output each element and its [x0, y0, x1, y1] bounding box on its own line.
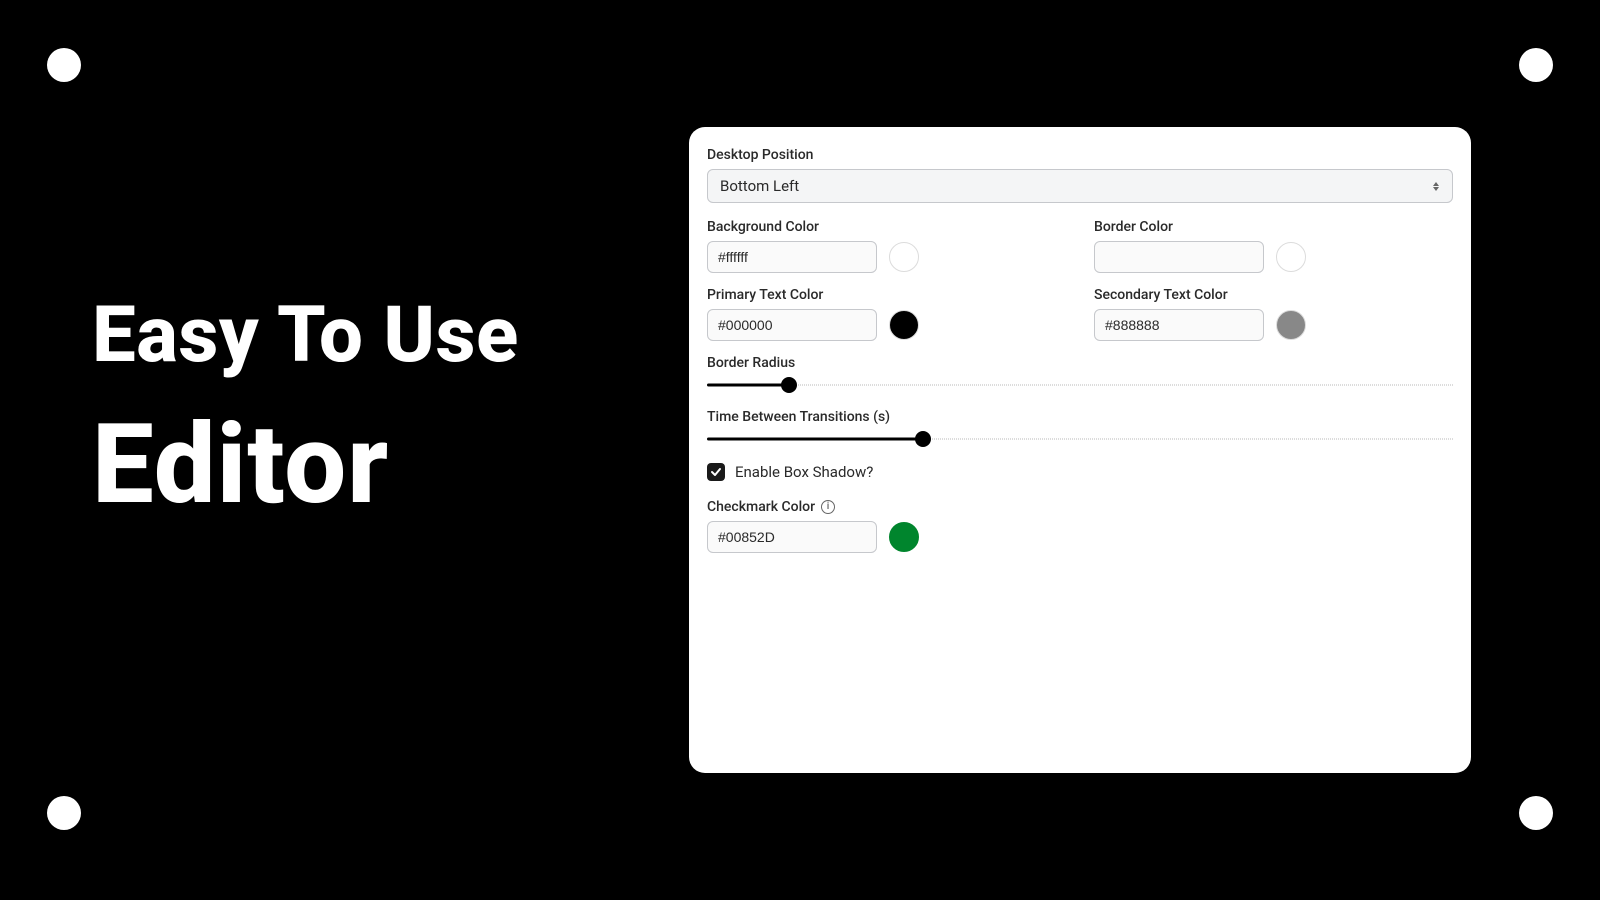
select-caret-icon — [1433, 179, 1443, 193]
decorative-dot-top-right — [1519, 48, 1553, 82]
slider-thumb[interactable] — [781, 377, 797, 393]
border-radius-slider[interactable] — [707, 377, 1453, 393]
transition-time-slider[interactable] — [707, 431, 1453, 447]
slider-fill — [707, 438, 923, 441]
checkmark-color-input[interactable] — [707, 521, 877, 553]
desktop-position-select[interactable]: Bottom Left — [707, 169, 1453, 203]
secondary-text-color-label: Secondary Text Color — [1094, 287, 1453, 303]
headline-line-2: Editor — [92, 407, 519, 523]
enable-box-shadow-checkbox[interactable] — [707, 463, 725, 481]
background-color-swatch[interactable] — [889, 242, 919, 272]
primary-text-color-label: Primary Text Color — [707, 287, 1066, 303]
border-color-swatch[interactable] — [1276, 242, 1306, 272]
border-radius-label: Border Radius — [707, 355, 1453, 371]
headline: Easy To Use Editor — [92, 295, 519, 522]
border-color-input[interactable] — [1094, 241, 1264, 273]
info-icon[interactable]: i — [821, 500, 835, 514]
checkmark-color-swatch[interactable] — [889, 522, 919, 552]
decorative-dot-bottom-right — [1519, 796, 1553, 830]
desktop-position-value: Bottom Left — [707, 169, 1453, 203]
primary-text-color-input[interactable] — [707, 309, 877, 341]
decorative-dot-bottom-left — [47, 796, 81, 830]
decorative-dot-top-left — [47, 48, 81, 82]
check-icon — [710, 466, 722, 478]
checkmark-color-label-row: Checkmark Color i — [707, 499, 1453, 515]
secondary-text-color-input[interactable] — [1094, 309, 1264, 341]
slider-fill — [707, 384, 789, 387]
background-color-label: Background Color — [707, 219, 1066, 235]
slider-rail — [707, 385, 1453, 386]
transition-time-label: Time Between Transitions (s) — [707, 409, 1453, 425]
headline-line-1: Easy To Use — [92, 295, 519, 377]
primary-text-color-swatch[interactable] — [889, 310, 919, 340]
slider-thumb[interactable] — [915, 431, 931, 447]
enable-box-shadow-label: Enable Box Shadow? — [735, 463, 873, 481]
border-color-label: Border Color — [1094, 219, 1453, 235]
editor-panel: Desktop Position Bottom Left Background … — [689, 127, 1471, 773]
background-color-input[interactable] — [707, 241, 877, 273]
checkmark-color-label: Checkmark Color — [707, 499, 815, 515]
secondary-text-color-swatch[interactable] — [1276, 310, 1306, 340]
desktop-position-label: Desktop Position — [707, 147, 1453, 163]
